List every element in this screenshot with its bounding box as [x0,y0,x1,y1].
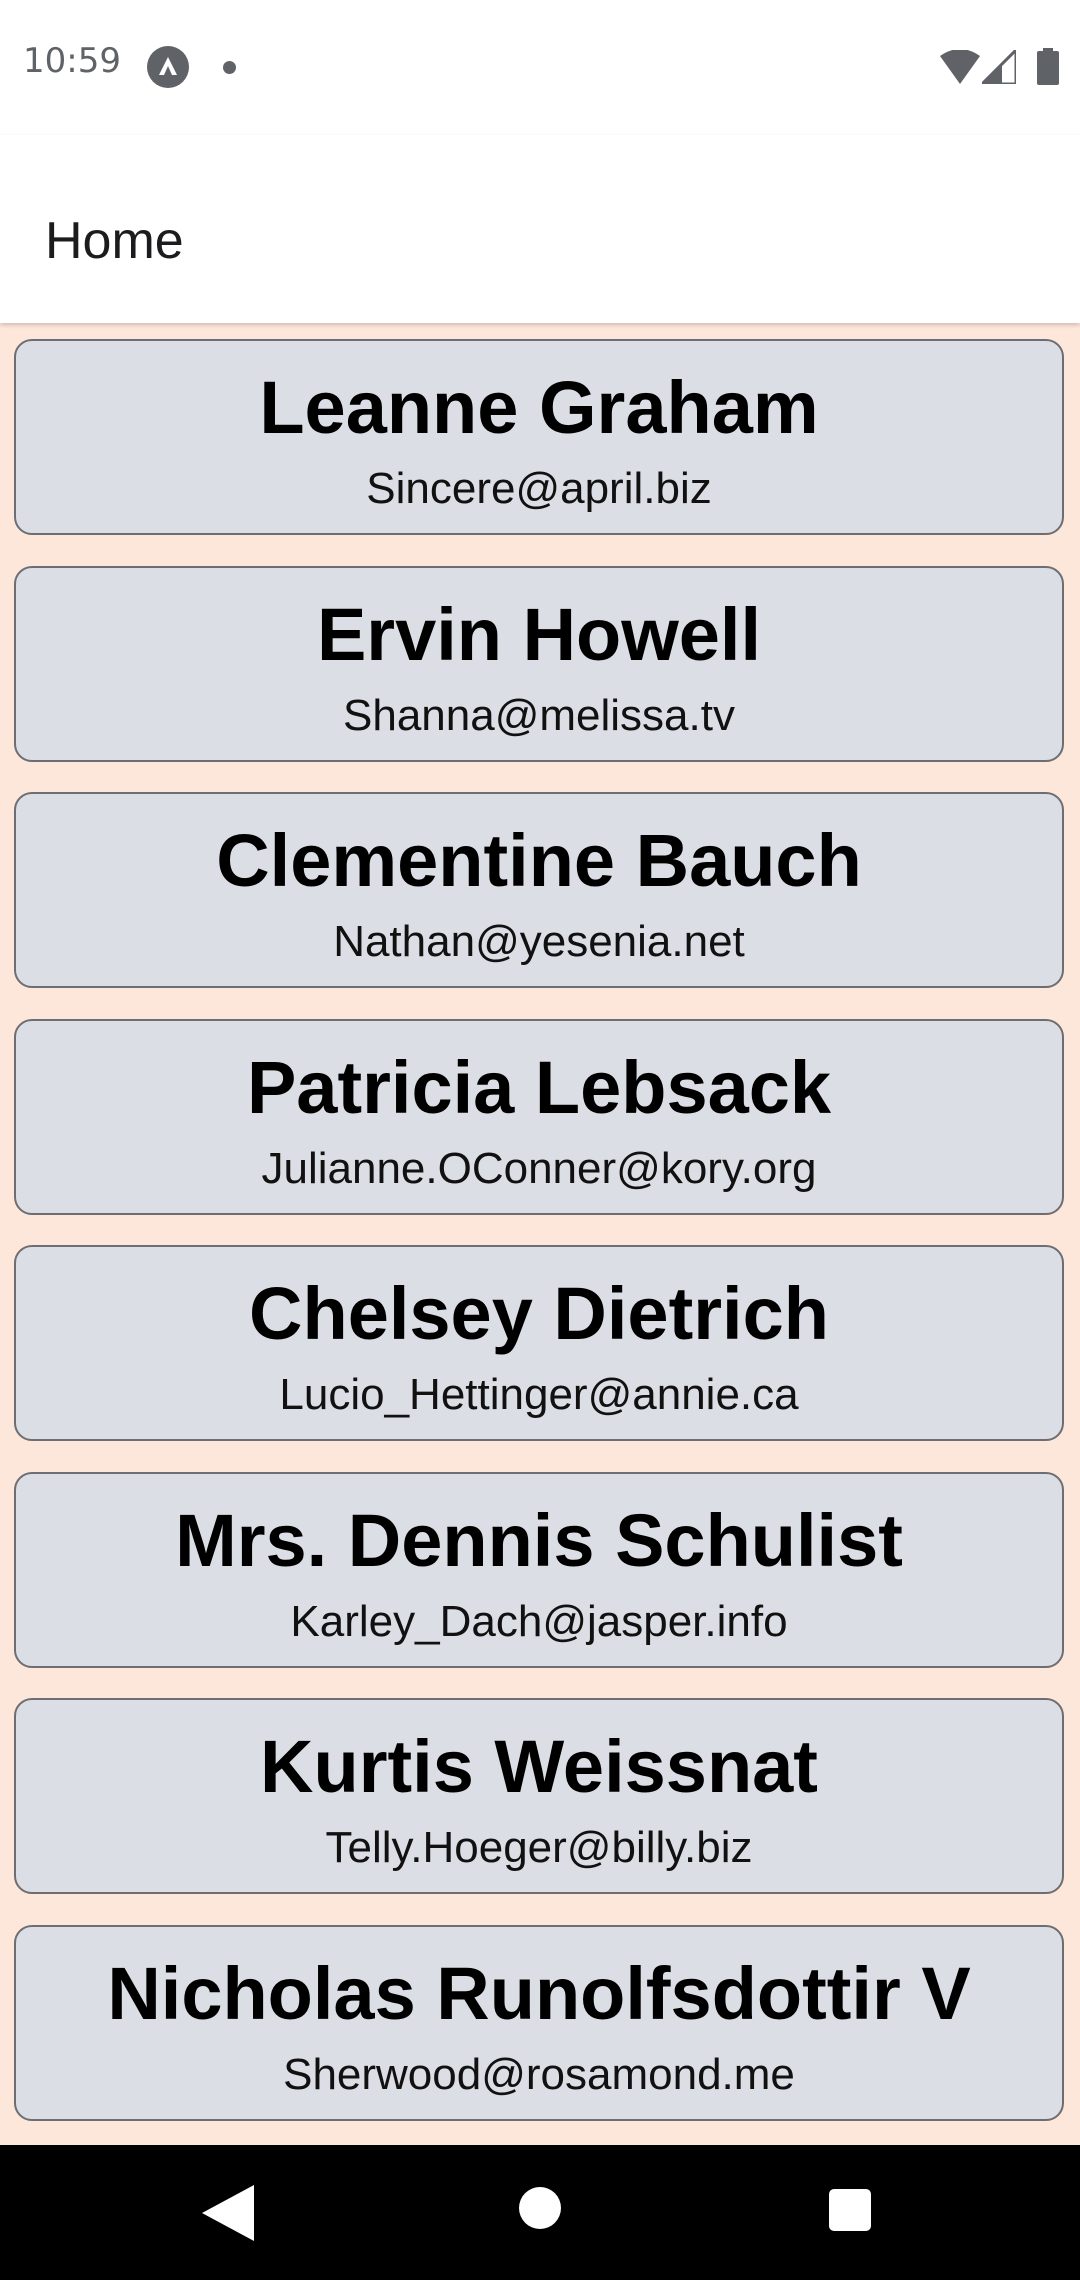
user-name: Chelsey Dietrich [249,1272,829,1355]
navigation-bar [0,2145,1080,2280]
user-name: Ervin Howell [316,593,762,676]
user-name: Leanne Graham [259,366,819,449]
user-card[interactable]: Chelsey Dietrich Lucio_Hettinger@annie.c… [14,1245,1064,1441]
wifi-icon [940,50,980,84]
user-card[interactable]: Clementine Bauch Nathan@yesenia.net [14,792,1064,988]
user-card[interactable]: Kurtis Weissnat Telly.Hoeger@billy.biz [14,1698,1064,1894]
user-email: Lucio_Hettinger@annie.ca [279,1370,799,1419]
user-name: Clementine Bauch [216,819,862,902]
user-card[interactable]: Nicholas Runolfsdottir V Sherwood@rosamo… [14,1925,1064,2121]
user-email: Shanna@melissa.tv [343,691,735,740]
status-bar: 10:59 [0,0,1080,135]
user-card[interactable]: Ervin Howell Shanna@melissa.tv [14,566,1064,762]
user-email: Julianne.OConner@kory.org [261,1144,817,1193]
user-email: Karley_Dach@jasper.info [290,1597,788,1646]
page-title: Home [45,212,184,270]
home-icon[interactable] [519,2187,561,2229]
status-time: 10:59 [23,41,121,81]
user-email: Telly.Hoeger@billy.biz [325,1823,753,1872]
user-email: Nathan@yesenia.net [333,917,745,966]
user-name: Mrs. Dennis Schulist [175,1499,903,1582]
recents-icon[interactable] [829,2189,871,2231]
signal-icon [982,50,1016,84]
back-icon[interactable] [202,2185,254,2241]
user-card[interactable]: Patricia Lebsack Julianne.OConner@kory.o… [14,1019,1064,1215]
user-list[interactable]: Leanne Graham Sincere@april.biz Ervin Ho… [0,323,1080,2145]
notification-dot-icon [223,61,236,74]
user-name: Kurtis Weissnat [260,1725,818,1808]
user-card[interactable]: Mrs. Dennis Schulist Karley_Dach@jasper.… [14,1472,1064,1668]
battery-icon [1037,48,1059,85]
user-card[interactable]: Leanne Graham Sincere@april.biz [14,339,1064,535]
user-name: Nicholas Runolfsdottir V [107,1952,971,2035]
app-notification-icon [147,46,189,88]
user-email: Sherwood@rosamond.me [283,2050,795,2099]
app-bar: Home [0,135,1080,323]
user-email: Sincere@april.biz [366,464,712,513]
user-name: Patricia Lebsack [246,1046,832,1129]
